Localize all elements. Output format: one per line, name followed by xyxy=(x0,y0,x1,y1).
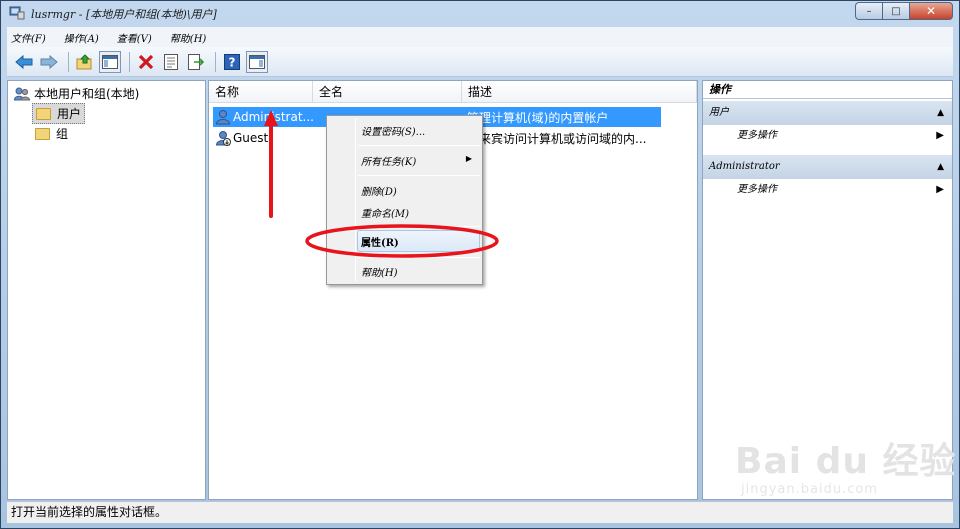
svg-text:?: ? xyxy=(229,55,236,69)
submenu-arrow-icon: ▶ xyxy=(936,184,944,195)
arrow-left-icon xyxy=(15,54,33,69)
action-item-label: 更多操作 xyxy=(737,130,777,141)
export-icon xyxy=(188,53,204,70)
user-icon xyxy=(215,110,231,125)
row-name: Guest xyxy=(233,131,269,145)
user-disabled-icon xyxy=(215,131,231,146)
back-button[interactable] xyxy=(13,51,35,73)
collapse-up-icon[interactable]: ▲ xyxy=(937,155,944,179)
action-more-actions[interactable]: 更多操作 ▶ xyxy=(703,126,952,146)
context-item-set-password[interactable]: 设置密码(S)... xyxy=(361,123,425,138)
submenu-arrow-icon: ▶ xyxy=(465,154,472,163)
maximize-button[interactable]: □ xyxy=(882,2,909,20)
context-item-delete[interactable]: 删除(D) xyxy=(361,183,397,198)
show-hide-action-pane-button[interactable] xyxy=(246,50,268,73)
toolbar: ? xyxy=(7,47,953,77)
properties-button[interactable] xyxy=(160,51,182,73)
users-group-icon xyxy=(14,87,30,100)
action-item-label: 更多操作 xyxy=(737,184,777,195)
show-hide-tree-button[interactable] xyxy=(99,50,121,73)
context-menu-separator xyxy=(358,145,480,146)
status-bar: 打开当前选择的属性对话框。 xyxy=(7,501,953,523)
up-level-button[interactable] xyxy=(74,51,96,73)
row-name: Administrat... xyxy=(233,110,313,124)
submenu-arrow-icon: ▶ xyxy=(936,130,944,141)
arrow-right-icon xyxy=(40,54,58,69)
context-menu-separator xyxy=(358,226,480,227)
menu-bar: 文件(F) 操作(A) 查看(V) 帮助(H) xyxy=(7,27,953,47)
window-title: lusrmgr - [本地用户和组(本地)\用户] xyxy=(31,8,217,21)
tree-item-label: 组 xyxy=(56,127,69,141)
watermark-url: jingyan.baidu.com xyxy=(741,482,878,497)
folder-icon xyxy=(35,127,50,140)
title-bar[interactable]: lusrmgr - [本地用户和组(本地)\用户] – □ ✕ xyxy=(1,1,959,27)
row-description: 管理计算机(域)的内置帐户 xyxy=(467,110,609,125)
minimize-button[interactable]: – xyxy=(855,2,882,20)
tree-root[interactable]: 本地用户和组(本地) xyxy=(14,85,139,102)
close-button[interactable]: ✕ xyxy=(909,2,953,20)
context-menu-gutter xyxy=(355,118,356,282)
context-item-all-tasks[interactable]: 所有任务(K) xyxy=(361,153,416,168)
delete-button[interactable] xyxy=(135,51,157,73)
help-question-icon: ? xyxy=(224,53,240,70)
context-menu-separator xyxy=(358,257,480,258)
toolbar-separator xyxy=(129,51,130,72)
menu-action[interactable]: 操作(A) xyxy=(64,30,99,45)
context-item-help[interactable]: 帮助(H) xyxy=(361,264,398,279)
baidu-watermark: Bai du 经验 jingyan.baidu.com xyxy=(735,432,957,497)
menu-help[interactable]: 帮助(H) xyxy=(170,30,207,45)
toolbar-separator xyxy=(215,51,216,72)
actions-pane-title: 操作 xyxy=(703,81,952,99)
column-header-name[interactable]: 名称 xyxy=(209,81,313,103)
folder-up-icon xyxy=(76,53,92,69)
menu-view[interactable]: 查看(V) xyxy=(117,30,152,45)
action-group-label: 用户 xyxy=(709,107,729,118)
action-pane-icon xyxy=(249,54,265,69)
column-header-fullname[interactable]: 全名 xyxy=(313,81,462,103)
action-group-label: Administrator xyxy=(709,161,780,172)
help-button[interactable]: ? xyxy=(221,51,243,73)
context-menu-separator xyxy=(358,175,480,176)
folder-icon xyxy=(36,107,51,120)
console-tree-pane: 本地用户和组(本地) 用户 组 xyxy=(7,80,206,500)
computer-management-icon xyxy=(9,6,25,20)
context-menu: 设置密码(S)... 所有任务(K) ▶ 删除(D) 重命名(M) 属性(R) … xyxy=(326,115,483,285)
properties-icon xyxy=(164,53,178,70)
forward-button[interactable] xyxy=(38,51,60,73)
delete-x-icon xyxy=(138,54,154,69)
tree-item-groups[interactable]: 组 xyxy=(32,124,71,143)
tree-item-users[interactable]: 用户 xyxy=(32,103,86,124)
toolbar-separator xyxy=(68,51,69,72)
action-more-actions[interactable]: 更多操作 ▶ xyxy=(703,180,952,200)
column-header-description[interactable]: 描述 xyxy=(462,81,697,103)
collapse-up-icon[interactable]: ▲ xyxy=(937,101,944,125)
row-description: 供来宾访问计算机或访问域的内... xyxy=(467,131,647,146)
tree-root-label: 本地用户和组(本地) xyxy=(34,87,140,101)
menu-file[interactable]: 文件(F) xyxy=(11,30,46,45)
export-list-button[interactable] xyxy=(185,51,207,73)
console-tree-icon xyxy=(102,54,118,69)
tree-item-label: 用户 xyxy=(57,107,82,121)
action-group-administrator[interactable]: Administrator ▲ xyxy=(703,155,952,179)
context-item-properties[interactable]: 属性(R) xyxy=(361,234,399,249)
action-group-users[interactable]: 用户 ▲ xyxy=(703,101,952,125)
context-item-rename[interactable]: 重命名(M) xyxy=(361,205,409,220)
baidu-logo: Bai du 经验 xyxy=(735,441,957,482)
